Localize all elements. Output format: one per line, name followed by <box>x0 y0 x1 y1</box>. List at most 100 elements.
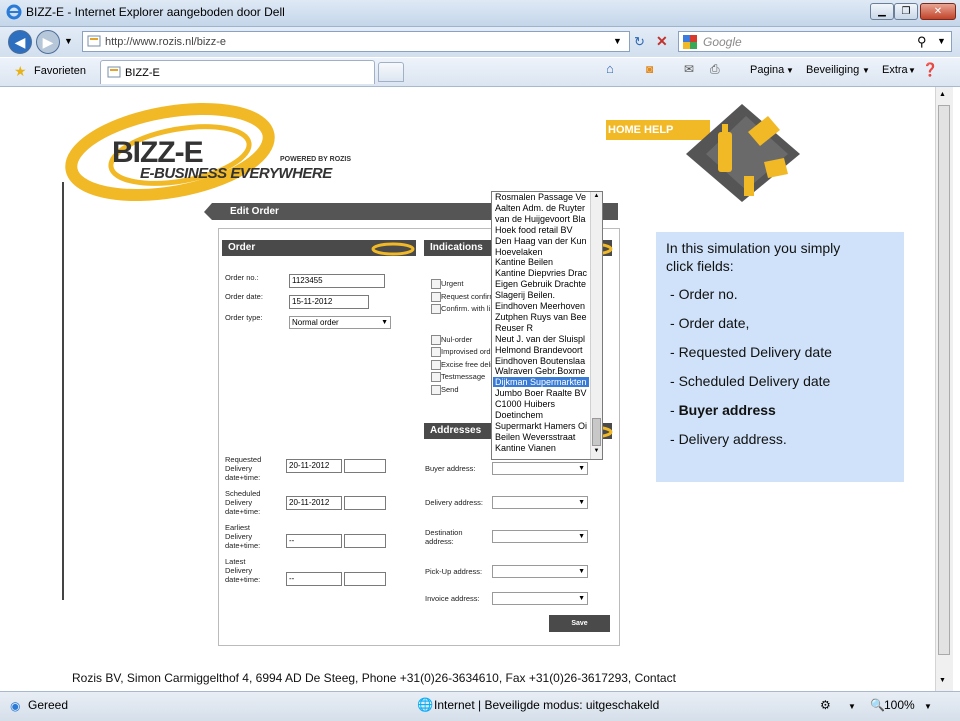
left-divider <box>62 182 64 600</box>
delivery-address-select[interactable]: ▼ <box>492 496 588 509</box>
order-date-input[interactable]: 15-11-2012 <box>289 295 369 309</box>
feeds-icon[interactable]: ◙ <box>646 62 653 76</box>
history-dropdown-icon[interactable]: ▼ <box>64 36 73 46</box>
dropdown-option[interactable]: van de Huijgevoort Bla <box>495 214 586 224</box>
tab-bizz-e[interactable]: BIZZ-E <box>100 60 375 84</box>
page-scrollbar[interactable]: ▲ ▼ <box>935 87 953 691</box>
maximize-button[interactable]: ❐ <box>894 3 918 20</box>
stop-icon[interactable]: ✕ <box>656 33 668 50</box>
dropdown-option[interactable]: Eindhoven Meerhoven <box>495 301 585 311</box>
dropdown-option[interactable]: Kantine Vianen <box>495 443 556 453</box>
save-button[interactable]: Save <box>549 615 610 632</box>
checkbox-nul-order[interactable] <box>431 335 441 345</box>
dropdown-option[interactable]: Walraven Gebr.Boxme <box>495 366 585 376</box>
scheduled-delivery-time-input[interactable] <box>344 496 386 510</box>
info-intro-line2: click fields: <box>666 258 734 274</box>
close-window-button[interactable]: ✕ <box>920 3 956 20</box>
url-input[interactable]: http://www.rozis.nl/bizz-e ▼ <box>82 31 630 52</box>
info-item-bullet: - <box>670 373 679 389</box>
forward-button[interactable]: ▶ <box>36 30 60 54</box>
order-no-input[interactable]: 1123455 <box>289 274 385 288</box>
security-menu-arrow-icon[interactable]: ▼ <box>862 66 870 75</box>
checkbox-urgent[interactable] <box>431 279 441 289</box>
dropdown-option[interactable]: Eindhoven Boutenslaa <box>495 356 585 366</box>
dropdown-option[interactable]: Hoek food retail BV <box>495 225 573 235</box>
security-zone-text[interactable]: Internet | Beveiligde modus: uitgeschake… <box>434 698 659 712</box>
dropdown-option[interactable]: Doetinchem <box>495 410 543 420</box>
buyer-address-dropdown-list[interactable]: Rosmalen Passage Ve Aalten Adm. de Ruyter… <box>491 191 603 460</box>
home-icon[interactable]: ⌂ <box>606 61 614 76</box>
dropdown-option[interactable]: C1000 Huibers <box>495 399 555 409</box>
pickup-address-select[interactable]: ▼ <box>492 565 588 578</box>
search-dropdown-icon[interactable]: ▼ <box>937 36 946 46</box>
destination-address-select[interactable]: ▼ <box>492 530 588 543</box>
latest-delivery-time-input[interactable] <box>344 572 386 586</box>
zoom-icon[interactable]: 🔍 <box>870 698 885 712</box>
url-dropdown-icon[interactable]: ▼ <box>613 36 622 46</box>
scroll-down-icon[interactable]: ▼ <box>592 448 601 457</box>
checkbox-send[interactable] <box>431 385 441 395</box>
buyer-address-select[interactable]: ▼ <box>492 462 588 475</box>
extra-menu-arrow-icon[interactable]: ▼ <box>908 66 916 75</box>
minimize-button[interactable]: ▁ <box>870 3 894 20</box>
page-menu[interactable]: Pagina <box>750 64 784 76</box>
invoice-address-select[interactable]: ▼ <box>492 592 588 605</box>
dropdown-option[interactable]: Slagerij Beilen. <box>495 290 555 300</box>
dropdown-option[interactable]: Kantine Beilen <box>495 257 553 267</box>
checkbox-confirm-with[interactable] <box>431 304 441 314</box>
protected-mode-icon[interactable]: ⚙ <box>820 698 831 712</box>
requested-delivery-date-input[interactable]: 20-11-2012 <box>286 459 342 473</box>
scroll-down-icon[interactable]: ▼ <box>939 677 946 684</box>
search-icon[interactable]: ⚲ <box>917 34 927 50</box>
zoom-dropdown-icon[interactable]: ▼ <box>924 702 932 711</box>
earliest-delivery-time-input[interactable] <box>344 534 386 548</box>
back-button[interactable]: ◀ <box>8 30 32 54</box>
print-icon[interactable]: ⎙ <box>710 62 720 77</box>
dropdown-option[interactable]: Neut J. van der Sluispl <box>495 334 585 344</box>
extra-menu[interactable]: Extra <box>882 64 908 76</box>
mail-icon[interactable]: ✉ <box>684 62 694 76</box>
dropdown-option[interactable]: Rosmalen Passage Ve <box>495 192 586 202</box>
chevron-down-icon: ▼ <box>381 319 388 326</box>
dropdown-option[interactable]: Helmond Brandevoort <box>495 345 583 355</box>
dropdown-option[interactable]: Den Haag van der Kun <box>495 236 587 246</box>
favorites-label[interactable]: Favorieten <box>34 65 86 77</box>
dropdown-scroll-thumb[interactable] <box>592 418 601 446</box>
dropdown-option[interactable]: Zutphen Ruys van Bee <box>495 312 587 322</box>
search-input[interactable]: Google ⚲ ▼ <box>678 31 952 52</box>
checkbox-request-confirm[interactable] <box>431 292 441 302</box>
chevron-down-icon[interactable]: ▼ <box>848 702 856 711</box>
scheduled-delivery-date-input[interactable]: 20-11-2012 <box>286 496 342 510</box>
dropdown-option[interactable]: Hoevelaken <box>495 247 543 257</box>
dropdown-option[interactable]: Eigen Gebruik Drachte <box>495 279 586 289</box>
dropdown-option[interactable]: Beilen Weversstraat <box>495 432 575 442</box>
home-help-link[interactable]: HOME HELP <box>608 124 673 136</box>
new-tab-button[interactable] <box>378 62 404 82</box>
dropdown-option[interactable]: Aalten Adm. de Ruyter <box>495 203 585 213</box>
requested-delivery-time-input[interactable] <box>344 459 386 473</box>
favorites-star-icon[interactable]: ★ <box>14 63 27 80</box>
page-menu-arrow-icon[interactable]: ▼ <box>786 66 794 75</box>
latest-delivery-date-input[interactable]: -- <box>286 572 342 586</box>
dropdown-scrollbar[interactable]: ▲ ▼ <box>590 192 602 459</box>
security-menu[interactable]: Beveiliging <box>806 64 859 76</box>
dropdown-option[interactable]: Reuser R <box>495 323 533 333</box>
checkbox-testmessage[interactable] <box>431 372 441 382</box>
refresh-icon[interactable]: ↻ <box>634 34 645 50</box>
page-scroll-thumb[interactable] <box>938 105 950 655</box>
scroll-up-icon[interactable]: ▲ <box>939 91 946 98</box>
edit-order-arrow-icon <box>204 203 212 220</box>
checkbox-label: Improvised ord <box>441 347 491 356</box>
earliest-delivery-date-input[interactable]: -- <box>286 534 342 548</box>
scroll-up-icon[interactable]: ▲ <box>592 193 601 202</box>
checkbox-excise-free[interactable] <box>431 360 441 370</box>
zoom-level[interactable]: 100% <box>884 698 915 712</box>
checkbox-label: Testmessage <box>441 372 486 381</box>
dropdown-option[interactable]: Supermarkt Hamers Oi <box>495 421 587 431</box>
help-icon[interactable]: ❓ <box>922 62 938 78</box>
dropdown-option[interactable]: Dijkman Supermarkten <box>493 377 589 388</box>
dropdown-option[interactable]: Kantine Diepvries Drac <box>495 268 587 278</box>
checkbox-improvised[interactable] <box>431 347 441 357</box>
dropdown-option[interactable]: Jumbo Boer Raalte BV <box>495 388 587 398</box>
order-type-select[interactable]: Normal order ▼ <box>289 316 391 329</box>
